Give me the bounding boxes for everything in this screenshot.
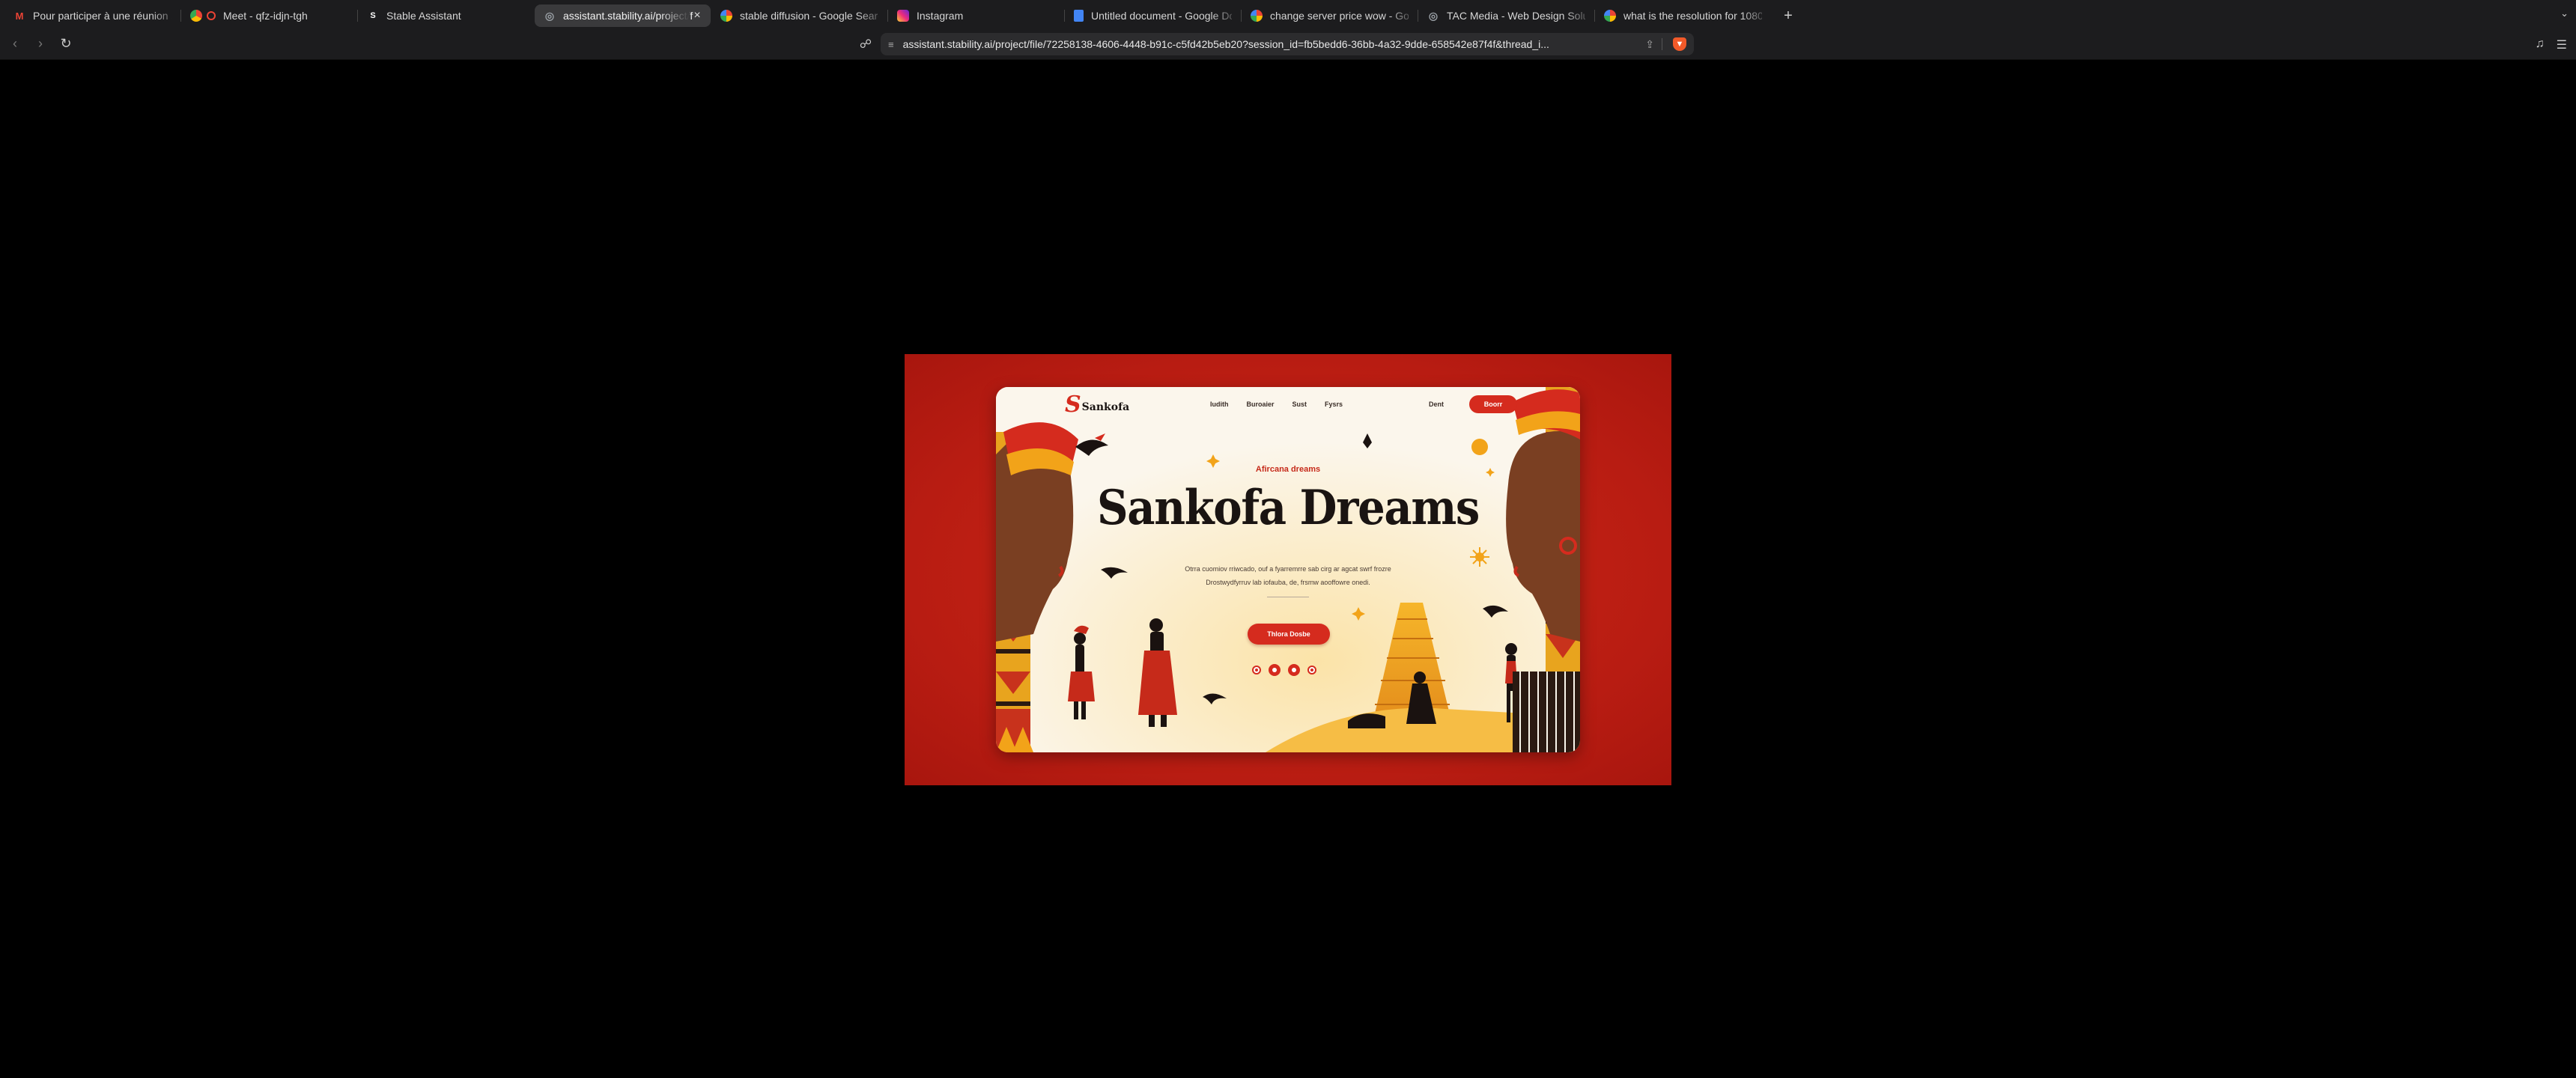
mockup-nav-link[interactable]: Iudith [1210,401,1229,408]
tab-fade [1211,4,1241,27]
browser-tab[interactable]: S Stable Assistant [358,4,534,27]
tab-fade [327,4,357,27]
browser-tab[interactable]: what is the resolution for 1080p [1595,4,1771,27]
gmail-icon: M [15,10,24,22]
docs-icon [1074,10,1084,22]
browser-tab[interactable]: change server price wow - Googl [1242,4,1418,27]
tab-fade [660,4,690,27]
tab-strip: M Pour participer à une réunion sur Meet -… [0,0,2576,28]
google-icon [720,10,732,22]
mockup-body-line-1: Otrra cuomiov rriwcado, ouf a fyarremrre… [1185,565,1391,573]
new-tab-button[interactable]: + [1777,4,1799,27]
carousel-dot[interactable] [1252,666,1261,674]
brave-shields-icon[interactable]: ▼ [1673,37,1686,51]
mockup-title: Sankofa Dreams [1096,480,1480,536]
mockup-nav-link[interactable]: Buroaier [1247,401,1275,408]
tab-fade [1741,4,1771,27]
browser-tab[interactable]: Instagram [888,4,1064,27]
tab-fade [1388,4,1418,27]
mockup-body-line-2: Drostwydfyrruv lab iofauba, de, frsmw ao… [1206,579,1370,586]
media-icon[interactable]: ♫ [2536,37,2545,52]
back-button[interactable]: ‹ [4,34,25,55]
reload-button[interactable]: ↻ [55,34,76,55]
tab-fade [504,4,534,27]
tab-list: M Pour participer à une réunion sur Meet -… [4,1,1771,27]
logo-initial: S [1065,392,1081,418]
logo-text: Sankofa [1081,401,1130,413]
google-icon [1251,10,1263,22]
site-settings-icon[interactable]: ≡ [888,39,894,50]
chrome-icon [190,10,202,22]
tab-fade [1564,4,1594,27]
browser-tab[interactable]: Untitled document - Google Docs [1065,4,1241,27]
page-viewport: S Sankofa Iudith Buroaier Sust Fysrs Den… [0,61,2576,1078]
bookmark-icon[interactable]: ☍ [858,37,873,52]
carousel-dot[interactable] [1307,666,1316,674]
mockup-nav: Iudith Buroaier Sust Fysrs [1210,401,1343,408]
website-mockup-card: S Sankofa Iudith Buroaier Sust Fysrs Den… [996,387,1580,752]
mockup-cta-button[interactable]: Thlora Dosbe [1248,624,1330,645]
tab-search-chevron-icon[interactable]: ⌄ [2560,7,2569,19]
carousel-dot[interactable] [1269,664,1281,676]
globe-icon: ◎ [1428,9,1439,22]
browser-tab[interactable]: M Pour participer à une réunion sur [4,4,180,27]
address-bar[interactable]: ≡ assistant.stability.ai/project/file/72… [881,33,1694,55]
mockup-nav-cta-button[interactable]: Boorr [1469,395,1517,413]
tab-fade [857,4,887,27]
browser-tab[interactable]: ◎ TAC Media - Web Design Solutio [1418,4,1594,27]
mockup-nav-link[interactable]: Sust [1292,401,1307,408]
forward-button[interactable]: › [30,34,51,55]
mockup-logo[interactable]: S Sankofa [1065,392,1130,418]
mockup-carousel-dots [1252,664,1316,676]
stability-icon: S [370,11,376,20]
mockup-eyebrow: Afircana dreams [1255,465,1321,474]
tab-fade [151,4,180,27]
toolbar: ‹ › ↻ ☍ ≡ assistant.stability.ai/project… [0,28,2576,60]
instagram-icon [897,10,909,22]
mockup-nav-link[interactable]: Fysrs [1325,401,1343,408]
url-text[interactable]: assistant.stability.ai/project/file/7225… [903,38,1640,50]
browser-tab[interactable]: stable diffusion - Google Search [711,4,887,27]
browser-tab[interactable]: Meet - qfz-idjn-tgh [181,4,357,27]
globe-icon: ◎ [544,9,555,22]
toolbar-right: ♫ ☰ [2536,37,2567,52]
google-icon [1604,10,1616,22]
menu-icon[interactable]: ☰ [2557,37,2567,52]
recording-icon [207,11,216,20]
share-icon[interactable]: ⇪ [1645,38,1654,51]
generated-image[interactable]: S Sankofa Iudith Buroaier Sust Fysrs Den… [905,354,1671,785]
mockup-nav-extra[interactable]: Dent [1429,401,1444,408]
carousel-dot[interactable] [1288,664,1300,676]
tab-fade [1034,4,1064,27]
close-tab-icon[interactable]: × [691,10,703,22]
browser-tab[interactable]: ◎ assistant.stability.ai/project/f × [535,4,711,27]
